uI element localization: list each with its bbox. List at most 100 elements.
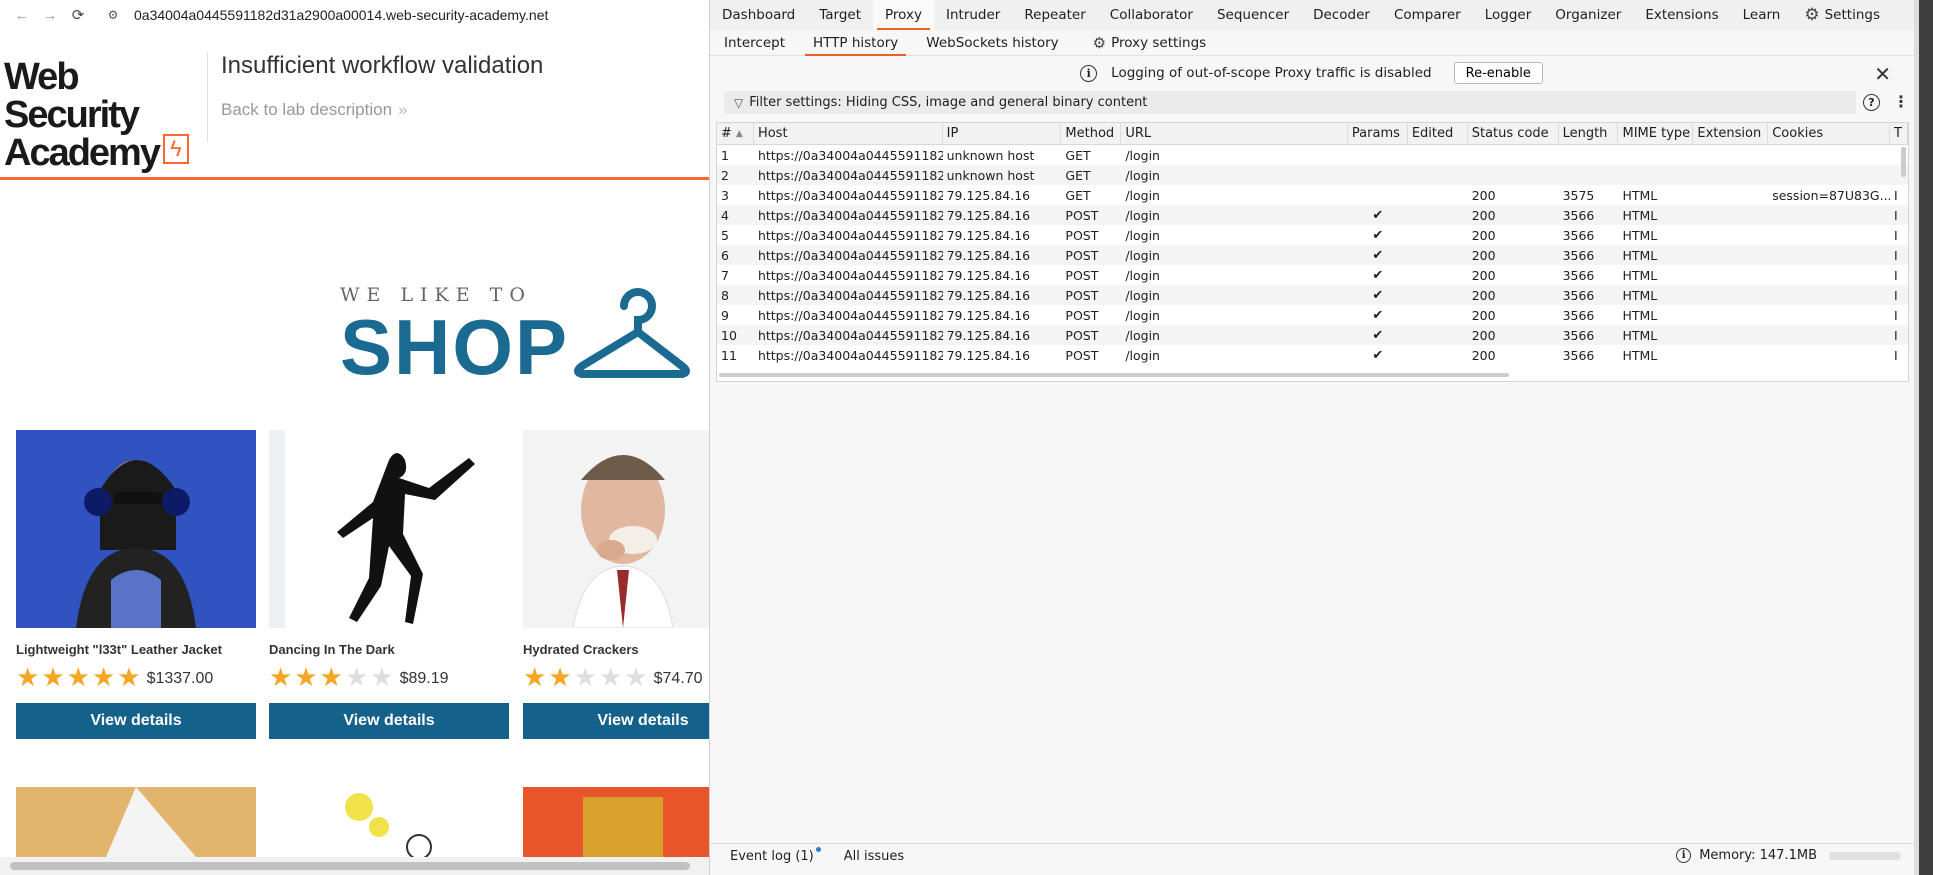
column-header-params[interactable]: Params: [1348, 123, 1408, 144]
product-image[interactable]: [16, 787, 256, 857]
close-icon[interactable]: ✕: [1874, 62, 1891, 86]
cell-cookies: [1768, 285, 1890, 305]
back-arrow-icon[interactable]: ←: [8, 7, 36, 24]
table-row[interactable]: 1 https://0a34004a0445591182... unknown ho…: [717, 145, 1908, 165]
tab-websockets-history[interactable]: WebSockets history: [912, 30, 1072, 55]
cell-status: 200: [1471, 327, 1496, 343]
table-row[interactable]: 3 https://0a34004a0445591182... 79.125.84.…: [717, 185, 1908, 205]
cell-status: [1468, 145, 1559, 165]
tab-intruder[interactable]: Intruder: [934, 0, 1012, 30]
event-log-button[interactable]: Event log (1): [730, 847, 821, 864]
cell-length: 3566: [1562, 207, 1595, 223]
product-image[interactable]: [16, 430, 256, 628]
re-enable-button[interactable]: Re-enable: [1453, 62, 1543, 84]
cell-params: [1348, 145, 1408, 165]
table-row[interactable]: 9 https://0a34004a0445591182... 79.125.84.…: [717, 305, 1908, 325]
table-row[interactable]: 2 https://0a34004a0445591182... unknown ho…: [717, 165, 1908, 185]
tab-extensions[interactable]: Extensions: [1633, 0, 1730, 30]
all-issues-button[interactable]: All issues: [844, 849, 904, 864]
column-header-title[interactable]: T: [1890, 123, 1908, 144]
reload-icon[interactable]: ⟳: [64, 6, 92, 24]
table-vertical-scrollbar[interactable]: [1901, 147, 1906, 177]
column-header-length[interactable]: Length: [1559, 123, 1619, 144]
table-row[interactable]: 7 https://0a34004a0445591182... 79.125.84.…: [717, 265, 1908, 285]
cell-mime: HTML: [1622, 347, 1658, 363]
star-icon: ★: [344, 662, 369, 692]
star-icon: ★: [319, 662, 343, 692]
table-row[interactable]: 10 https://0a34004a0445591182... 79.125.84…: [717, 325, 1908, 345]
tab-comparer[interactable]: Comparer: [1382, 0, 1473, 30]
help-icon[interactable]: ?: [1863, 94, 1880, 111]
column-header-status-code[interactable]: Status code: [1468, 123, 1559, 144]
more-options-icon[interactable]: ⋮: [1893, 92, 1909, 111]
web-security-academy-logo[interactable]: Web Security Academy ϟ: [4, 58, 200, 172]
product-image[interactable]: [269, 787, 509, 857]
column-header-mime-type[interactable]: MIME type: [1618, 123, 1694, 144]
cell-url: /login: [1125, 147, 1160, 163]
cell-length: 3566: [1562, 347, 1595, 363]
column-header-method[interactable]: Method: [1061, 123, 1122, 144]
star-icon: ★: [117, 662, 141, 692]
cell-params: ✔: [1372, 267, 1384, 283]
cell-edited: [1408, 265, 1468, 285]
product-image[interactable]: [269, 430, 509, 628]
site-info-icon[interactable]: ⚙: [102, 8, 124, 22]
tab-learn[interactable]: Learn: [1731, 0, 1793, 30]
table-row[interactable]: 4 https://0a34004a0445591182... 79.125.84.…: [717, 205, 1908, 225]
product-image[interactable]: [523, 787, 709, 857]
cell-t: I: [1894, 307, 1898, 323]
cell-length: [1559, 165, 1619, 185]
filter-settings-text: Filter settings: Hiding CSS, image and g…: [749, 95, 1148, 110]
tab-decoder[interactable]: Decoder: [1301, 0, 1382, 30]
cell-host: https://0a34004a0445591182...: [757, 247, 943, 263]
table-row[interactable]: 6 https://0a34004a0445591182... 79.125.84.…: [717, 245, 1908, 265]
cell-mime: HTML: [1622, 327, 1658, 343]
browser-window: ← → ⟳ ⚙ 0a34004a0445591182d31a2900a00014…: [0, 0, 709, 875]
tab-target[interactable]: Target: [807, 0, 873, 30]
tab-proxy[interactable]: Proxy: [873, 0, 934, 30]
table-row[interactable]: 11 https://0a34004a0445591182... 79.125.84…: [717, 345, 1908, 365]
star-icon: ★: [269, 662, 293, 692]
tab-organizer[interactable]: Organizer: [1543, 0, 1633, 30]
tab-dashboard[interactable]: Dashboard: [710, 0, 807, 30]
tab-intercept[interactable]: Intercept: [710, 30, 799, 55]
cell-ext: [1693, 145, 1768, 165]
cell-ip: 79.125.84.16: [946, 347, 1031, 363]
cell-url: /login: [1125, 267, 1160, 283]
column-header-url[interactable]: URL: [1121, 123, 1348, 144]
column-header-host[interactable]: Host: [754, 123, 943, 144]
cell-method: POST: [1065, 307, 1099, 323]
view-details-button[interactable]: View details: [16, 703, 256, 739]
tab-http-history[interactable]: HTTP history: [799, 30, 912, 56]
filter-settings-bar[interactable]: ▽ Filter settings: Hiding CSS, image and…: [724, 91, 1856, 114]
view-details-button[interactable]: View details: [523, 703, 709, 739]
column-header-extension[interactable]: Extension: [1693, 123, 1769, 144]
tab-sequencer[interactable]: Sequencer: [1205, 0, 1301, 30]
back-to-lab-description-link[interactable]: Back to lab description»: [221, 100, 408, 120]
cell-length: 3566: [1562, 307, 1595, 323]
table-horizontal-scrollbar[interactable]: [719, 373, 1509, 377]
settings-button[interactable]: ⚙ Settings: [1792, 0, 1892, 30]
lightning-bolt-icon: ϟ: [162, 134, 189, 164]
column-header-ip[interactable]: IP: [943, 123, 1062, 144]
cell-cookies: [1768, 145, 1890, 165]
product-rating: ★ ★ ★ ★ ★ $74.70: [523, 664, 709, 690]
table-row[interactable]: 8 https://0a34004a0445591182... 79.125.84.…: [717, 285, 1908, 305]
tab-collaborator[interactable]: Collaborator: [1098, 0, 1205, 30]
sort-ascending-icon: ▲: [735, 128, 743, 139]
forward-arrow-icon[interactable]: →: [36, 7, 64, 24]
horizontal-scrollbar[interactable]: [0, 857, 709, 875]
product-image[interactable]: [523, 430, 709, 628]
view-details-button[interactable]: View details: [269, 703, 509, 739]
proxy-settings-button[interactable]: ⚙ Proxy settings: [1079, 30, 1221, 55]
cell-edited: [1408, 225, 1468, 245]
column-header-cookies[interactable]: Cookies: [1768, 123, 1891, 144]
url-field[interactable]: 0a34004a0445591182d31a2900a00014.web-sec…: [134, 7, 548, 23]
tab-repeater[interactable]: Repeater: [1012, 0, 1097, 30]
cell-status: 200: [1471, 347, 1496, 363]
cell-edited: [1408, 305, 1468, 325]
table-row[interactable]: 5 https://0a34004a0445591182... 79.125.84.…: [717, 225, 1908, 245]
tab-logger[interactable]: Logger: [1473, 0, 1544, 30]
column-header-edited[interactable]: Edited: [1408, 123, 1468, 144]
column-header-number[interactable]: # ▲: [717, 123, 754, 144]
